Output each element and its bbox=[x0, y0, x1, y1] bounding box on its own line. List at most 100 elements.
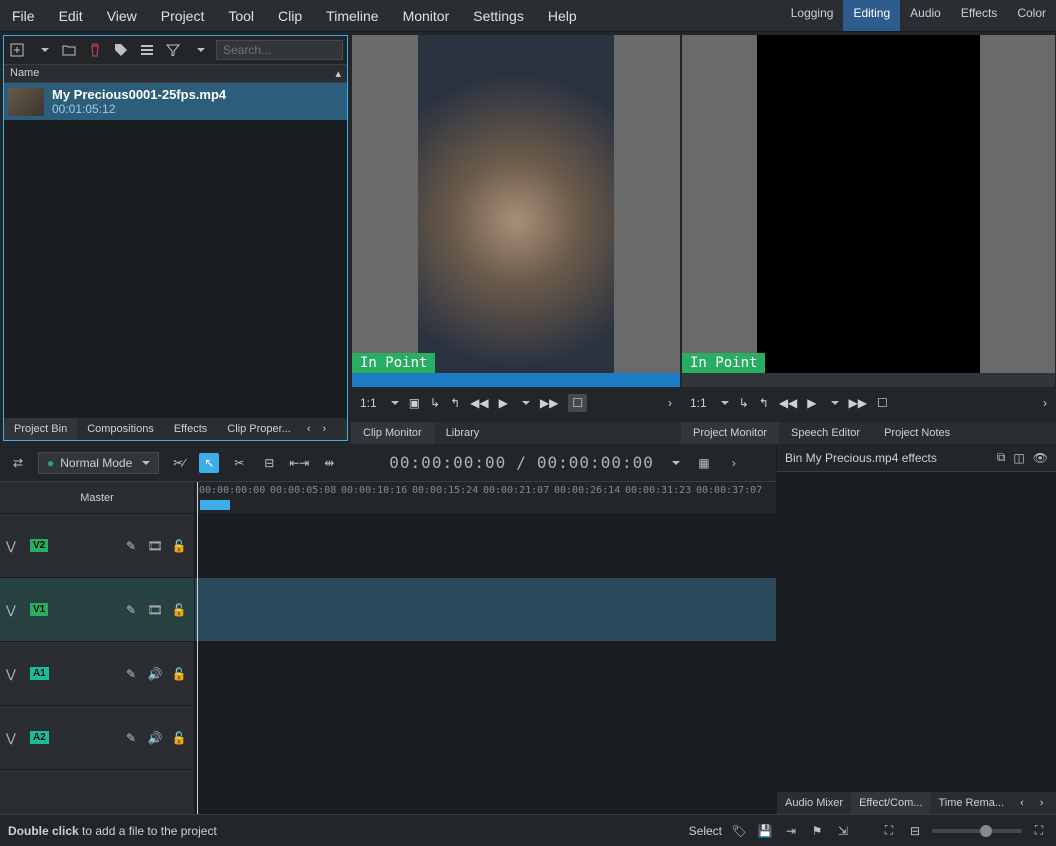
track-row-v1[interactable] bbox=[195, 578, 776, 642]
visibility-icon[interactable]: 👁 bbox=[1033, 451, 1048, 465]
timeline-playhead[interactable] bbox=[197, 482, 198, 814]
track-lock-icon[interactable]: 🔓 bbox=[170, 731, 188, 745]
bin-search-input[interactable] bbox=[216, 40, 343, 60]
delete-clip-icon[interactable] bbox=[86, 41, 104, 59]
clip-set-out-icon[interactable]: ↰ bbox=[450, 396, 460, 410]
tab-project-monitor[interactable]: Project Monitor bbox=[681, 422, 779, 444]
clip-more-icon[interactable]: › bbox=[668, 396, 672, 410]
tab-speech-editor[interactable]: Speech Editor bbox=[779, 422, 872, 444]
clip-set-in-icon[interactable]: ↳ bbox=[430, 396, 440, 410]
menu-view[interactable]: View bbox=[95, 2, 149, 30]
tab-compositions[interactable]: Compositions bbox=[77, 418, 164, 440]
zoom-handle[interactable] bbox=[980, 825, 992, 837]
timeline-zone[interactable] bbox=[200, 500, 230, 510]
tab-nav-left-icon[interactable]: ‹ bbox=[301, 418, 317, 440]
expand-icon[interactable]: ⋁ bbox=[6, 667, 24, 681]
tab-library[interactable]: Library bbox=[434, 422, 492, 444]
sort-asc-icon[interactable]: ▴ bbox=[335, 67, 341, 80]
effects-body[interactable] bbox=[777, 472, 1056, 792]
marker-icon[interactable]: ⚑ bbox=[808, 824, 826, 838]
tag-status-icon[interactable]: 🏷 bbox=[730, 824, 748, 838]
proj-play-icon[interactable]: ▶ bbox=[807, 396, 816, 410]
menu-tool[interactable]: Tool bbox=[216, 2, 266, 30]
track-header-v1[interactable]: ⋁ V1 ✎ 🎞 🔓 bbox=[0, 578, 194, 642]
track-effects-icon[interactable]: ✎ bbox=[122, 667, 140, 681]
track-lock-icon[interactable]: 🔓 bbox=[170, 539, 188, 553]
timecode-dropdown-icon[interactable] bbox=[664, 453, 684, 473]
clip-monitor-scrubber[interactable] bbox=[352, 373, 680, 387]
tab-time-remap[interactable]: Time Rema... bbox=[930, 792, 1012, 814]
master-label[interactable]: Master bbox=[0, 482, 194, 514]
proj-forward-icon[interactable]: ▶▶ bbox=[849, 396, 867, 410]
menu-icon[interactable] bbox=[138, 41, 156, 59]
timeline-more-icon[interactable]: › bbox=[724, 453, 744, 473]
proj-set-in-icon[interactable]: ↳ bbox=[739, 396, 749, 410]
tag-icon[interactable] bbox=[112, 41, 130, 59]
clip-play-icon[interactable]: ▶ bbox=[499, 396, 508, 410]
track-lock-icon[interactable]: 🔓 bbox=[170, 667, 188, 681]
clip-monitor-video[interactable]: In Point bbox=[352, 35, 680, 373]
menu-timeline[interactable]: Timeline bbox=[314, 2, 390, 30]
save-effect-icon[interactable]: ⧉ bbox=[997, 450, 1006, 465]
workspace-effects[interactable]: Effects bbox=[951, 0, 1007, 31]
tab-effects[interactable]: Effects bbox=[164, 418, 217, 440]
filter-dropdown-icon[interactable] bbox=[190, 41, 208, 59]
timecode-position[interactable]: 00:00:00:00 bbox=[389, 453, 506, 472]
track-effects-icon[interactable]: ✎ bbox=[122, 539, 140, 553]
mixer-icon[interactable]: ▦ bbox=[694, 453, 714, 473]
filter-icon[interactable] bbox=[164, 41, 182, 59]
clip-edit-mode-icon[interactable]: ☐ bbox=[568, 394, 587, 412]
zoom-slider[interactable] bbox=[932, 829, 1022, 833]
track-mute-icon[interactable]: 🔊 bbox=[146, 667, 164, 681]
clip-play-dropdown-icon[interactable] bbox=[518, 399, 530, 407]
menu-help[interactable]: Help bbox=[536, 2, 589, 30]
proj-play-dropdown-icon[interactable] bbox=[827, 399, 839, 407]
track-header-v2[interactable]: ⋁ V2 ✎ 🎞 🔓 bbox=[0, 514, 194, 578]
menu-project[interactable]: Project bbox=[149, 2, 217, 30]
project-monitor-video[interactable]: In Point bbox=[682, 35, 1055, 373]
tab-effect-composition[interactable]: Effect/Com... bbox=[851, 792, 930, 814]
proj-set-out-icon[interactable]: ↰ bbox=[759, 396, 769, 410]
track-hide-icon[interactable]: 🎞 bbox=[146, 539, 164, 553]
track-row-v2[interactable] bbox=[195, 514, 776, 578]
clip-fullscreen-icon[interactable]: ▣ bbox=[409, 396, 420, 410]
track-header-a2[interactable]: ⋁ A2 ✎ 🔊 🔓 bbox=[0, 706, 194, 770]
bin-column-header[interactable]: Name ▴ bbox=[4, 65, 347, 83]
workspace-logging[interactable]: Logging bbox=[781, 0, 844, 31]
menu-monitor[interactable]: Monitor bbox=[391, 2, 462, 30]
workspace-audio[interactable]: Audio bbox=[900, 0, 951, 31]
composition-tool-icon[interactable]: ✂∕ bbox=[169, 453, 189, 473]
menu-clip[interactable]: Clip bbox=[266, 2, 314, 30]
tab-nav-right-icon[interactable]: › bbox=[1032, 792, 1052, 814]
menu-file[interactable]: File bbox=[0, 2, 47, 30]
track-lock-icon[interactable]: 🔓 bbox=[170, 603, 188, 617]
split-view-icon[interactable]: ◫ bbox=[1013, 451, 1024, 465]
workspace-color[interactable]: Color bbox=[1007, 0, 1056, 31]
slip-tool-icon[interactable]: ⇤⇥ bbox=[289, 453, 309, 473]
track-row-a2[interactable] bbox=[195, 706, 776, 770]
tab-clip-properties[interactable]: Clip Proper... bbox=[217, 418, 301, 440]
clip-zoom-label[interactable]: 1:1 bbox=[360, 396, 377, 410]
proj-zoom-dropdown-icon[interactable] bbox=[717, 399, 729, 407]
expand-icon[interactable]: ⋁ bbox=[6, 603, 24, 617]
guide-icon[interactable]: ⇲ bbox=[834, 824, 852, 838]
save-status-icon[interactable]: 💾 bbox=[756, 824, 774, 838]
zoom-out-icon[interactable]: ⊟ bbox=[906, 824, 924, 838]
snap-icon[interactable]: ⇥ bbox=[782, 824, 800, 838]
bin-list[interactable]: My Precious0001-25fps.mp4 00:01:05:12 bbox=[4, 83, 347, 417]
timeline-tracks[interactable]: 00:00:00:00 00:00:05:08 00:00:10:16 00:0… bbox=[195, 482, 776, 814]
clip-rewind-icon[interactable]: ◀◀ bbox=[470, 396, 488, 410]
edit-mode-dropdown[interactable]: ● Normal Mode bbox=[38, 452, 159, 474]
select-tool-icon[interactable]: ↖ bbox=[199, 453, 219, 473]
clip-zoom-dropdown-icon[interactable] bbox=[387, 399, 399, 407]
track-header-a1[interactable]: ⋁ A1 ✎ 🔊 🔓 bbox=[0, 642, 194, 706]
track-config-icon[interactable]: ⇄ bbox=[8, 453, 28, 473]
track-row-a1[interactable] bbox=[195, 642, 776, 706]
project-monitor-scrubber[interactable] bbox=[682, 373, 1055, 387]
proj-zoom-label[interactable]: 1:1 bbox=[690, 396, 707, 410]
bin-item[interactable]: My Precious0001-25fps.mp4 00:01:05:12 bbox=[4, 83, 347, 120]
add-clip-icon[interactable] bbox=[8, 41, 26, 59]
tab-project-bin[interactable]: Project Bin bbox=[4, 418, 77, 440]
tab-nav-right-icon[interactable]: › bbox=[317, 418, 333, 440]
proj-more-icon[interactable]: › bbox=[1043, 396, 1047, 410]
